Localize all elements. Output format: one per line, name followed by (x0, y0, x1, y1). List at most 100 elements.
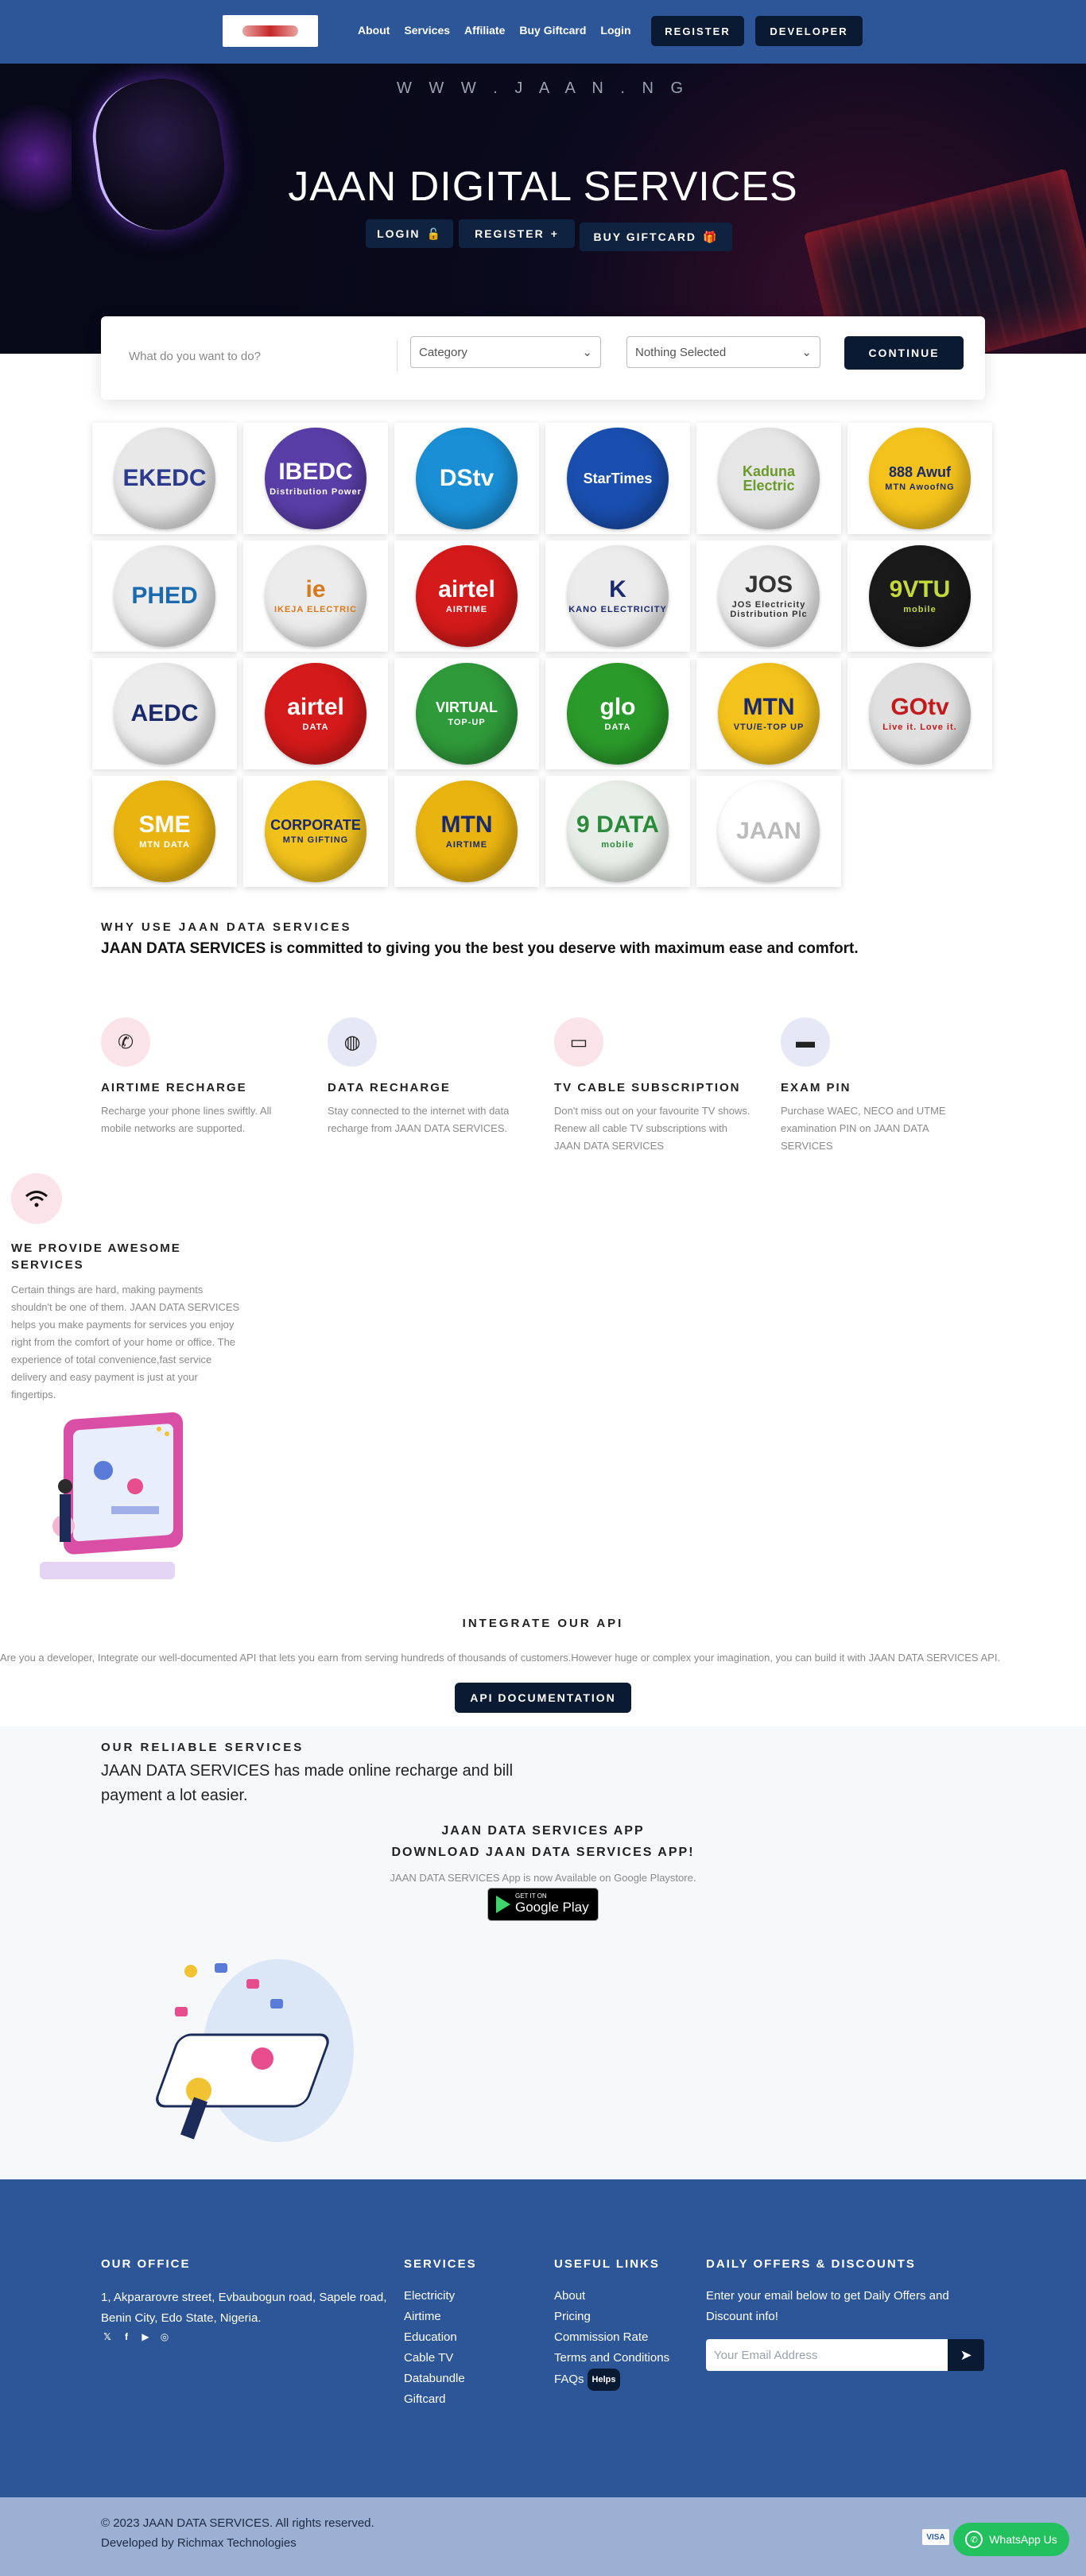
footer-link-commission[interactable]: Commission Rate (554, 2327, 669, 2348)
service-tile[interactable]: MTN AIRTIME (394, 776, 539, 887)
service-tile[interactable]: 9VTU mobile (847, 540, 992, 652)
service-logo: VIRTUAL TOP-UP (416, 663, 518, 765)
service-tile[interactable]: Kaduna Electric (696, 423, 841, 534)
service-logo-name: airtel (438, 576, 495, 602)
footer-link-pricing[interactable]: Pricing (554, 2307, 669, 2327)
hero-giftcard-button[interactable]: BUY GIFTCARD 🎁 (580, 223, 732, 251)
newsletter-form: ➤ (706, 2339, 984, 2371)
service-tile[interactable]: airtel AIRTIME (394, 540, 539, 652)
service-tile[interactable]: glo DATA (545, 658, 690, 769)
service-logo-name: IBEDC (278, 459, 353, 485)
footer-link-about[interactable]: About (554, 2286, 669, 2307)
service-tile[interactable]: JAAN (696, 776, 841, 887)
search-divider (397, 340, 398, 372)
hero-banner: W W W . J A A N . N G JAAN DIGITAL SERVI… (0, 64, 1086, 354)
footer-office-address: 1, Akpararovre street, Evbaubogun road, … (101, 2291, 387, 2325)
service-tile[interactable]: MTN VTU/E-TOP UP (696, 658, 841, 769)
category-select-value: Category (419, 345, 467, 359)
nav-links: About Services Affiliate Buy Giftcard Lo… (358, 24, 646, 37)
register-button[interactable]: REGISTER (651, 16, 744, 46)
footer-link-terms[interactable]: Terms and Conditions (554, 2348, 669, 2369)
top-navbar: About Services Affiliate Buy Giftcard Lo… (0, 0, 1086, 64)
service-logo-name: 9 DATA (576, 812, 659, 838)
hero-login-button[interactable]: LOGIN 🔓 (366, 219, 453, 248)
gift-icon: 🎁 (703, 230, 719, 243)
whatsapp-icon: ✆ (965, 2531, 983, 2548)
feature-text: Recharge your phone lines swiftly. All m… (101, 1105, 272, 1134)
feature-text: Don't miss out on your favourite TV show… (554, 1105, 751, 1152)
footer-service-link[interactable]: Databundle (404, 2369, 465, 2389)
service-tile[interactable]: 9 DATA mobile (545, 776, 690, 887)
footer-service-link[interactable]: Cable TV (404, 2348, 465, 2369)
service-logo-name: airtel (287, 694, 344, 720)
chevron-down-icon: ⌄ (801, 346, 812, 359)
nav-link-login[interactable]: Login (600, 24, 630, 37)
developer-button[interactable]: DEVELOPER (755, 16, 863, 46)
hero-register-button[interactable]: REGISTER + (459, 219, 575, 248)
nav-link-buy-giftcard[interactable]: Buy Giftcard (519, 24, 586, 37)
whatsapp-button[interactable]: ✆ WhatsApp Us (953, 2523, 1069, 2556)
play-store-icon (496, 1896, 510, 1913)
service-tile[interactable]: AEDC (92, 658, 237, 769)
footer-link-faqs[interactable]: FAQs (554, 2373, 584, 2386)
service-grid: EKEDC IBEDC Distribution Power DStv StarTime… (92, 423, 994, 887)
category-select[interactable]: Category ⌄ (410, 336, 601, 368)
service-logo-subtitle: KANO ELECTRICITY (568, 605, 667, 614)
youtube-icon[interactable]: ▶ (139, 2330, 152, 2343)
footer-service-link[interactable]: Education (404, 2327, 465, 2348)
google-play-button[interactable]: GET IT ON Google Play (487, 1888, 599, 1921)
service-tile[interactable]: CORPORATE MTN GIFTING (243, 776, 388, 887)
service-tile[interactable]: 888 Awuf MTN AwoofNG (847, 423, 992, 534)
api-documentation-button[interactable]: API DOCUMENTATION (455, 1683, 631, 1713)
service-select[interactable]: Nothing Selected ⌄ (626, 336, 820, 368)
nav-link-services[interactable]: Services (404, 24, 450, 37)
copyright-text: © 2023 JAAN DATA SERVICES. All rights re… (101, 2516, 374, 2530)
continue-button[interactable]: CONTINUE (844, 336, 964, 370)
service-logo: MTN VTU/E-TOP UP (718, 663, 820, 765)
service-logo-name: JAAN (736, 818, 801, 844)
footer-service-link[interactable]: Giftcard (404, 2389, 465, 2410)
app-text: JAAN DATA SERVICES App is now Available … (390, 1872, 696, 1884)
service-tile[interactable]: EKEDC (92, 423, 237, 534)
hero-title: JAAN DIGITAL SERVICES (288, 164, 798, 210)
service-logo-name: Kaduna Electric (742, 463, 795, 494)
feature-title: DATA RECHARGE (328, 1081, 451, 1094)
service-logo: 9VTU mobile (869, 545, 971, 647)
site-logo[interactable] (223, 15, 318, 47)
service-tile[interactable]: GOtv Live it. Love it. (847, 658, 992, 769)
service-tile[interactable]: SME MTN DATA (92, 776, 237, 887)
awesome-services: WE PROVIDE AWESOME SERVICES Certain thin… (11, 1173, 250, 1404)
instagram-icon[interactable]: ◎ (158, 2330, 171, 2343)
footer-link-faqs-item: FAQs Helps (554, 2369, 669, 2391)
awesome-text: Certain things are hard, making payments… (11, 1284, 240, 1400)
footer-service-link[interactable]: Electricity (404, 2286, 465, 2307)
app-title: JAAN DATA SERVICES APP (441, 1824, 645, 1838)
send-button[interactable]: ➤ (948, 2339, 984, 2371)
service-tile[interactable]: PHED (92, 540, 237, 652)
service-tile[interactable]: K KANO ELECTRICITY (545, 540, 690, 652)
service-tile[interactable]: VIRTUAL TOP-UP (394, 658, 539, 769)
service-tile[interactable]: StarTimes (545, 423, 690, 534)
social-links: 𝕏 f ▶ ◎ (101, 2330, 171, 2343)
service-logo-name: glo (599, 694, 636, 720)
footer-service-link[interactable]: Airtime (404, 2307, 465, 2327)
facebook-icon[interactable]: f (120, 2330, 133, 2343)
nav-link-affiliate[interactable]: Affiliate (464, 24, 505, 37)
service-tile[interactable]: IBEDC Distribution Power (243, 423, 388, 534)
service-tile[interactable]: ie IKEJA ELECTRIC (243, 540, 388, 652)
service-logo-subtitle: mobile (601, 840, 634, 850)
hero-url: W W W . J A A N . N G (396, 79, 690, 97)
service-tile[interactable]: airtel DATA (243, 658, 388, 769)
nav-link-about[interactable]: About (358, 24, 390, 37)
service-logo-name: GOtv (890, 694, 949, 720)
twitter-icon[interactable]: 𝕏 (101, 2330, 114, 2343)
service-tile[interactable]: DStv (394, 423, 539, 534)
service-tile[interactable]: JOS JOS Electricity Distribution Plc (696, 540, 841, 652)
service-logo-subtitle: Distribution Power (270, 487, 362, 497)
service-logo-name: SME (138, 812, 191, 838)
search-input[interactable] (129, 344, 407, 368)
globe-icon: ◍ (328, 1017, 377, 1067)
service-logo-name: AEDC (130, 700, 199, 726)
service-logo-subtitle: VTU/E-TOP UP (733, 722, 805, 732)
email-input[interactable] (706, 2339, 948, 2371)
